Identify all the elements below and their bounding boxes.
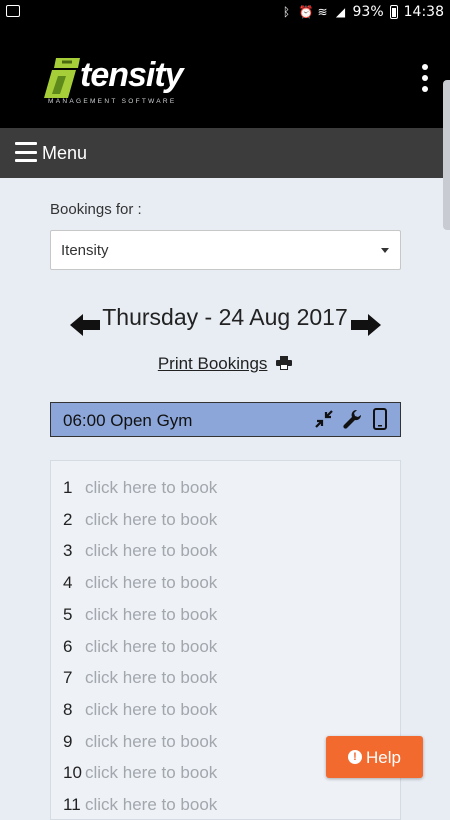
compress-icon[interactable] xyxy=(314,408,334,430)
menu-bar[interactable]: Menu xyxy=(0,128,450,178)
book-slot-link[interactable]: click here to book xyxy=(85,700,217,719)
booking-slot[interactable]: 2 click here to book xyxy=(63,510,217,534)
session-title: 06:00 Open Gym xyxy=(63,411,193,430)
gallery-notification-icon xyxy=(6,5,20,17)
book-slot-link[interactable]: click here to book xyxy=(85,795,217,814)
booking-slot[interactable]: 11 click here to book xyxy=(63,795,217,819)
booking-slot[interactable]: 3 click here to book xyxy=(63,541,217,565)
booking-slot[interactable]: 8 click here to book xyxy=(63,700,217,724)
logo-wordmark: tensity xyxy=(80,56,184,94)
help-label: Help xyxy=(366,748,401,767)
booking-slot[interactable]: 7 click here to book xyxy=(63,668,217,692)
next-day-arrow-icon[interactable] xyxy=(351,314,381,336)
clock: 14:38 xyxy=(403,4,444,20)
slot-number: 6 xyxy=(63,636,73,656)
app-header: tensity MANAGEMENT SOFTWARE xyxy=(0,26,450,128)
help-button[interactable]: ! Help xyxy=(326,736,423,778)
slot-number: 7 xyxy=(63,668,73,688)
alarm-icon: ⏰ xyxy=(298,5,314,19)
book-slot-link[interactable]: click here to book xyxy=(85,510,217,529)
book-slot-link[interactable]: click here to book xyxy=(85,668,217,687)
signal-icon: ◢ xyxy=(335,5,346,19)
slot-number: 3 xyxy=(63,541,73,561)
book-slot-link[interactable]: click here to book xyxy=(85,541,217,560)
slot-number: 9 xyxy=(63,731,73,751)
itensity-logo[interactable]: tensity MANAGEMENT SOFTWARE xyxy=(42,56,212,134)
printer-icon[interactable] xyxy=(276,356,293,370)
slot-number: 11 xyxy=(63,795,81,814)
date-navigation: Thursday - 24 Aug 2017 xyxy=(0,300,450,340)
book-slot-link[interactable]: click here to book xyxy=(85,637,217,656)
booking-slot[interactable]: 1 click here to book xyxy=(63,478,217,502)
book-slot-link[interactable]: click here to book xyxy=(85,732,217,751)
book-slot-link[interactable]: click here to book xyxy=(85,605,217,624)
booking-slot[interactable]: 5 click here to book xyxy=(63,605,217,629)
scrollbar-thumb[interactable] xyxy=(443,80,450,230)
slot-number: 5 xyxy=(63,604,73,624)
status-bar: ᛒ ⏰ ≋ ◢ 93% 14:38 xyxy=(0,0,450,26)
bluetooth-icon: ᛒ xyxy=(282,5,291,19)
battery-icon xyxy=(389,5,398,19)
slot-number: 4 xyxy=(63,573,73,593)
wrench-icon[interactable] xyxy=(342,408,362,430)
logo-i-icon xyxy=(44,58,80,98)
menu-label[interactable]: Menu xyxy=(42,143,87,164)
booking-slot[interactable]: 9 click here to book xyxy=(63,732,217,756)
book-slot-link[interactable]: click here to book xyxy=(85,763,217,782)
current-date: Thursday - 24 Aug 2017 xyxy=(102,304,348,330)
print-bookings-link[interactable]: Print Bookings xyxy=(158,354,268,373)
battery-percent: 93% xyxy=(352,4,384,20)
book-slot-link[interactable]: click here to book xyxy=(85,478,217,497)
slot-number: 1 xyxy=(63,478,73,497)
booking-slot[interactable]: 6 click here to book xyxy=(63,637,217,661)
session-header[interactable]: 06:00 Open Gym xyxy=(50,402,401,437)
slot-number: 2 xyxy=(63,509,73,529)
slot-number: 8 xyxy=(63,699,73,719)
slot-number: 10 xyxy=(63,763,82,783)
book-slot-link[interactable]: click here to book xyxy=(85,573,217,592)
hamburger-icon[interactable] xyxy=(15,142,37,162)
wifi-icon: ≋ xyxy=(317,5,328,19)
bookings-for-label: Bookings for : xyxy=(50,201,142,218)
booking-slot[interactable]: 10 click here to book xyxy=(63,763,217,787)
selected-location: Itensity xyxy=(61,242,109,259)
bookings-for-select[interactable]: Itensity xyxy=(50,230,401,270)
status-icons: ᛒ ⏰ ≋ ◢ 93% 14:38 xyxy=(281,4,444,20)
mobile-phone-icon[interactable] xyxy=(370,408,390,430)
overflow-menu-icon[interactable] xyxy=(420,64,430,92)
print-bookings[interactable]: Print Bookings xyxy=(0,354,450,374)
session-actions xyxy=(314,408,390,430)
booking-slot[interactable]: 4 click here to book xyxy=(63,573,217,597)
chevron-down-icon xyxy=(381,248,389,253)
logo-subtitle: MANAGEMENT SOFTWARE xyxy=(48,98,177,105)
info-icon: ! xyxy=(348,750,362,764)
